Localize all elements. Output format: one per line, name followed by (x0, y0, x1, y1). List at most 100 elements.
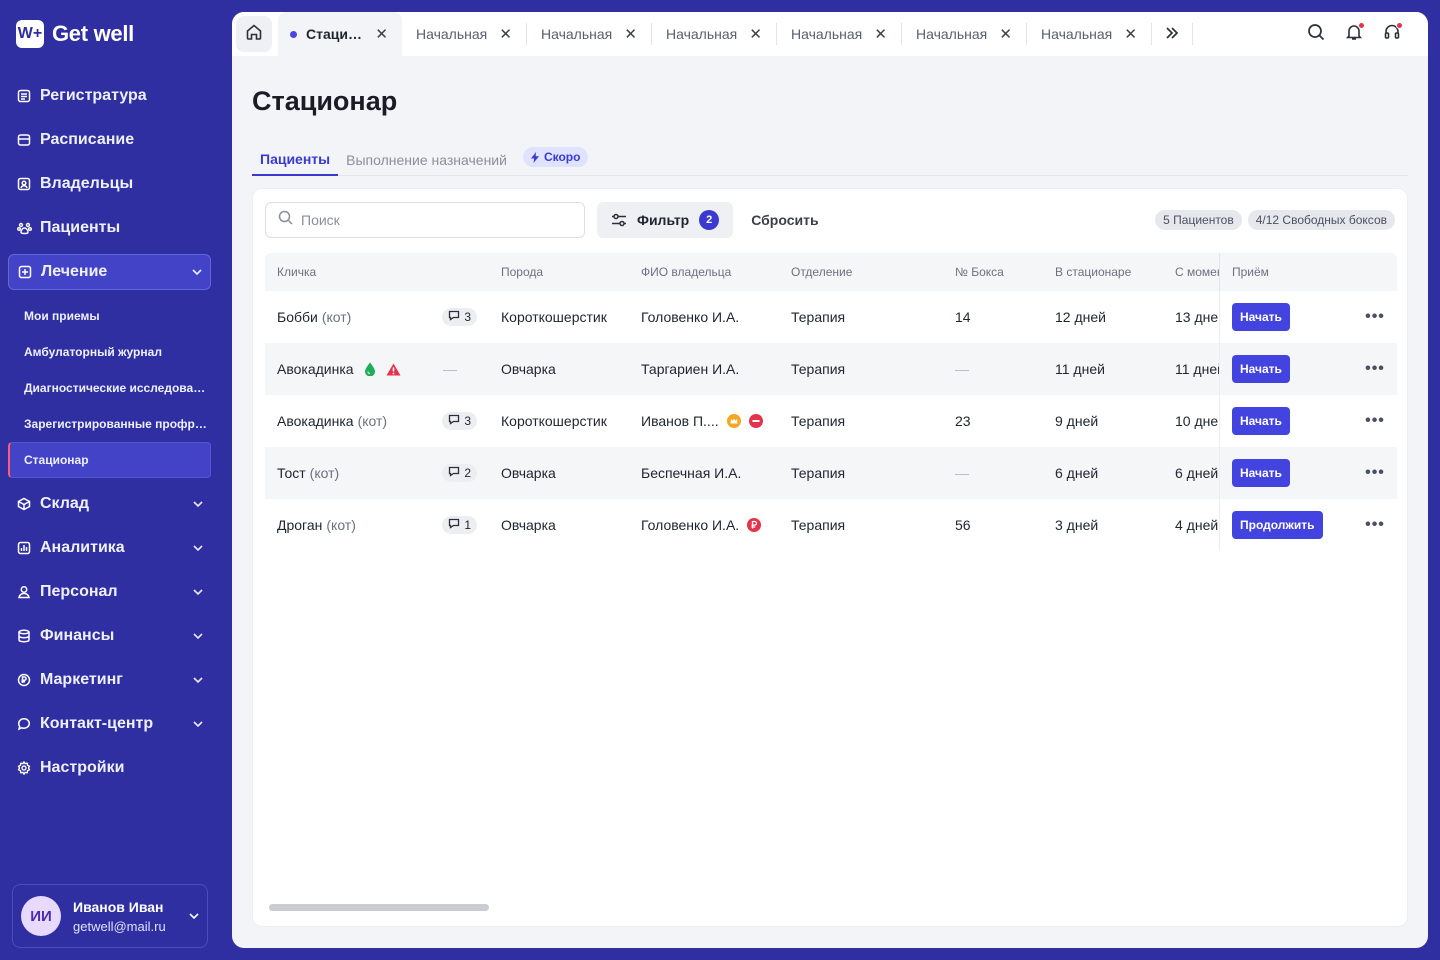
main-panel: Стационар ✕ Начальная ✕ Начальная ✕ Нача… (232, 12, 1428, 948)
tab-hospital[interactable]: Стационар ✕ (278, 12, 402, 56)
close-icon[interactable]: ✕ (624, 25, 637, 43)
tab-assignments[interactable]: Выполнение назначений (338, 144, 515, 176)
cell-reception: Начать (1219, 395, 1341, 447)
tab-start[interactable]: Начальная ✕ (652, 12, 776, 56)
start-button[interactable]: Начать (1232, 355, 1290, 383)
tab-start[interactable]: Начальная ✕ (1027, 12, 1151, 56)
continue-button[interactable]: Продолжить (1232, 511, 1323, 539)
search-button[interactable] (1306, 23, 1326, 44)
sidebar-item-contact-center[interactable]: Контакт-центр (8, 706, 211, 742)
submenu-item-diagnostics[interactable]: Диагностические исследования (8, 370, 211, 406)
sidebar-item-marketing[interactable]: Маркетинг (8, 662, 211, 698)
owner-name: Головенко И.А. (641, 517, 740, 533)
more-icon[interactable]: ••• (1365, 308, 1385, 326)
close-icon[interactable]: ✕ (749, 25, 762, 43)
start-button[interactable]: Начать (1232, 303, 1290, 331)
notifications-button[interactable] (1344, 22, 1365, 44)
sidebar-item-label: Контакт-центр (40, 715, 154, 732)
comments-badge[interactable]: 2 (442, 464, 477, 482)
cell-actions: ••• (1341, 499, 1397, 551)
column-header-in-hospital[interactable]: В стационаре (1043, 253, 1163, 291)
treatment-submenu: Мои приемы Амбулаторный журнал Диагности… (8, 298, 211, 478)
warning-icon (386, 363, 401, 376)
table-row[interactable]: Авокадинка (кот) 3 Короткошерстик Иванов… (265, 395, 1397, 447)
sidebar-item-treatment[interactable]: Лечение (8, 254, 211, 290)
sidebar-item-staff[interactable]: Персонал (8, 574, 211, 610)
close-icon[interactable]: ✕ (999, 25, 1012, 43)
cell-department: Терапия (791, 413, 846, 429)
column-header-box[interactable]: № Бокса (943, 253, 1043, 291)
sidebar-item-schedule[interactable]: Расписание (8, 122, 211, 158)
table-row[interactable]: Бобби (кот) 3 Короткошерстик Головенко И… (265, 291, 1397, 343)
more-tabs-button[interactable] (1152, 24, 1192, 45)
sidebar-item-owners[interactable]: Владельцы (8, 166, 211, 202)
tab-start[interactable]: Начальная ✕ (527, 12, 651, 56)
submenu-item-my-appointments[interactable]: Мои приемы (8, 298, 211, 334)
lightning-icon (530, 151, 539, 163)
logo-icon: W+ (16, 20, 44, 48)
home-tab[interactable] (236, 16, 272, 52)
support-button[interactable] (1382, 22, 1403, 44)
tab-patients[interactable]: Пациенты (252, 144, 339, 176)
sidebar-item-label: Склад (40, 495, 89, 512)
close-icon[interactable]: ✕ (375, 25, 388, 43)
start-button[interactable]: Начать (1232, 459, 1290, 487)
more-icon[interactable]: ••• (1365, 360, 1385, 378)
filter-button[interactable]: Фильтр 2 (597, 202, 734, 238)
tab-bar: Стационар ✕ Начальная ✕ Начальная ✕ Нача… (232, 12, 1428, 56)
table-row[interactable]: Дроган (кот) 1 Овчарка Головенко И.А. Те… (265, 499, 1397, 551)
comment-icon (448, 310, 460, 324)
tab-start[interactable]: Начальная ✕ (777, 12, 901, 56)
chevrons-right-icon (1164, 24, 1180, 45)
top-icons (1306, 22, 1403, 44)
table-row[interactable]: Тост (кот) 2 Овчарка Беспечная И.А. Тера… (265, 447, 1397, 499)
free-boxes-badge: 4/12 Свободных боксов (1247, 210, 1395, 230)
comments-badge[interactable]: 3 (442, 308, 477, 326)
sidebar-item-settings[interactable]: Настройки (8, 750, 211, 786)
tab-start[interactable]: Начальная ✕ (402, 12, 526, 56)
search-field[interactable] (265, 202, 585, 238)
notification-badge (1358, 22, 1365, 29)
cell-owner: Таргариен И.А. (641, 361, 740, 377)
submenu-item-hospital[interactable]: Стационар (8, 442, 211, 478)
close-icon[interactable]: ✕ (1124, 25, 1137, 43)
comments-badge[interactable]: 1 (442, 516, 477, 534)
horizontal-scrollbar[interactable] (269, 904, 489, 911)
logo[interactable]: W+ Get well (16, 20, 134, 48)
submenu-item-outpatient-journal[interactable]: Амбулаторный журнал (8, 334, 211, 370)
more-icon[interactable]: ••• (1365, 516, 1385, 534)
close-icon[interactable]: ✕ (874, 25, 887, 43)
submenu-item-registered[interactable]: Зарегистрированные профракторы (8, 406, 211, 442)
comments-badge[interactable]: 3 (442, 412, 477, 430)
start-button[interactable]: Начать (1232, 407, 1290, 435)
column-header-nickname[interactable]: Кличка (265, 253, 489, 291)
sidebar-item-warehouse[interactable]: Склад (8, 486, 211, 522)
user-profile[interactable]: ИИ Иванов Иван getwell@mail.ru (12, 884, 208, 948)
column-header-since[interactable]: С момента (1163, 253, 1219, 291)
sidebar-item-registry[interactable]: Регистратура (8, 78, 211, 114)
search-input[interactable] (301, 212, 561, 228)
cell-box: 56 (955, 517, 971, 533)
chat-icon (16, 716, 32, 732)
cell-owner: Иванов П.... (629, 395, 779, 447)
tab-start[interactable]: Начальная ✕ (902, 12, 1026, 56)
sidebar-item-label: Владельцы (40, 175, 134, 192)
close-icon[interactable]: ✕ (499, 25, 512, 43)
column-header-department[interactable]: Отделение (779, 253, 943, 291)
sidebar-item-label: Расписание (40, 131, 135, 148)
sidebar-item-patients[interactable]: Пациенты (8, 210, 211, 246)
column-header-reception[interactable]: Приём (1219, 253, 1341, 291)
cell-nickname: Бобби (кот) 3 (265, 291, 489, 343)
sidebar-item-finance[interactable]: Финансы (8, 618, 211, 654)
table-row[interactable]: Авокадинка — Овчарка Таргариен И.А. Тера… (265, 343, 1397, 395)
chevron-down-icon[interactable] (189, 910, 199, 922)
reset-button[interactable]: Сбросить (751, 212, 818, 228)
sidebar-item-analytics[interactable]: Аналитика (8, 530, 211, 566)
cell-box: — (955, 361, 969, 377)
more-icon[interactable]: ••• (1365, 412, 1385, 430)
more-icon[interactable]: ••• (1365, 464, 1385, 482)
column-header-breed[interactable]: Порода (489, 253, 629, 291)
column-header-owner[interactable]: ФИО владельца (629, 253, 779, 291)
app-name: Get well (52, 21, 134, 46)
comments-count: 2 (464, 466, 471, 480)
